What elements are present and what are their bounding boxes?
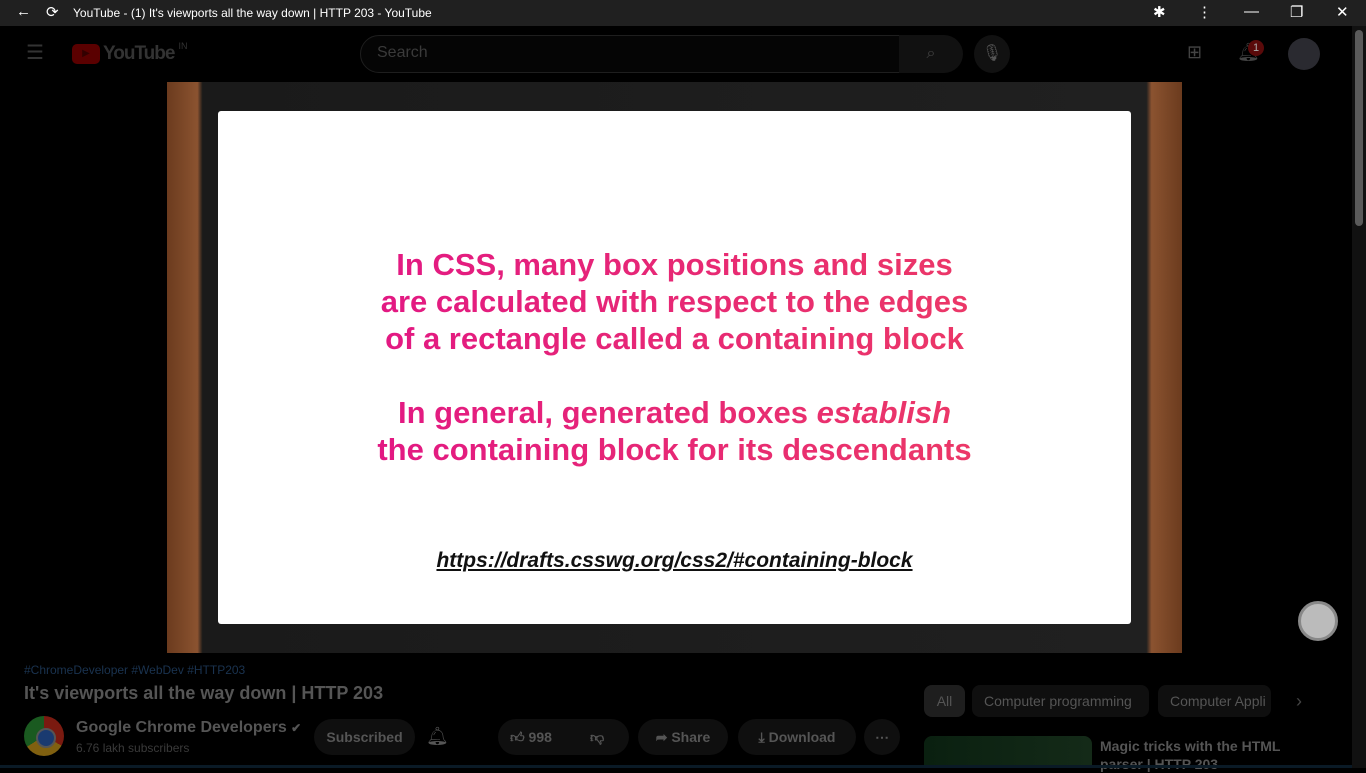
play-icon: ▶ (72, 44, 100, 64)
share-icon: ➦ (655, 729, 668, 745)
channel-avatar[interactable] (24, 716, 64, 756)
create-icon[interactable]: ⊞ (1187, 42, 1202, 63)
extensions-icon[interactable]: ✱ (1153, 3, 1166, 21)
download-button[interactable]: ⤓ Download (738, 719, 856, 755)
youtube-header: ☰ ▶ YouTube IN Search ⌕ 🎙 ⊞ 🔔︎ 1 (0, 26, 1352, 82)
download-icon: ⤓ (758, 729, 765, 745)
dislike-icon[interactable]: 👎︎ (590, 719, 604, 755)
hamburger-icon[interactable]: ☰ (26, 40, 44, 65)
like-count[interactable]: 998 (529, 729, 552, 745)
chevron-right-icon[interactable]: › (1296, 691, 1302, 712)
voice-search-button[interactable]: 🎙 (974, 35, 1010, 73)
reload-icon[interactable]: ⟳ (46, 3, 59, 21)
hashtags[interactable]: #ChromeDeveloper #WebDev #HTTP203 (24, 663, 383, 677)
notification-badge: 1 (1248, 40, 1264, 56)
window-title: YouTube - (1) It's viewports all the way… (73, 6, 432, 20)
chip-computer-programming[interactable]: Computer programming (972, 685, 1149, 717)
chip-computer-applications[interactable]: Computer Appli (1158, 685, 1271, 717)
avatar[interactable] (1288, 38, 1320, 70)
menu-icon[interactable]: ⋮ (1197, 3, 1212, 21)
browser-titlebar: ← ⟳ YouTube - (1) It's viewports all the… (0, 0, 1366, 26)
verified-icon: ✔ (291, 721, 302, 735)
scrollbar-thumb[interactable] (1355, 30, 1363, 226)
more-actions-button[interactable]: ⋯ (864, 719, 900, 755)
back-icon[interactable]: ← (16, 3, 31, 20)
search-icon: ⌕ (926, 45, 936, 62)
slide: In CSS, many box positions and sizes are… (218, 111, 1131, 624)
share-button[interactable]: ➦ Share (638, 719, 728, 755)
slide-url: https://drafts.csswg.org/css2/#containin… (436, 549, 913, 572)
video-player[interactable]: In CSS, many box positions and sizes are… (167, 82, 1182, 653)
channel-name[interactable]: Google Chrome Developers ✔ (76, 719, 301, 737)
chrome-watermark-icon (1298, 601, 1338, 641)
chip-all[interactable]: All (924, 685, 965, 717)
mic-icon: 🎙 (981, 45, 1003, 62)
search-input[interactable]: Search (360, 35, 900, 73)
minimize-icon[interactable]: — (1244, 3, 1259, 20)
subscriber-count: 6.76 lakh subscribers (76, 741, 190, 755)
scrollbar[interactable] (1352, 26, 1366, 768)
close-icon[interactable]: ✕ (1336, 3, 1349, 21)
restore-icon[interactable]: ❐ (1290, 3, 1303, 21)
search-button[interactable]: ⌕ (899, 35, 963, 73)
subscribe-button[interactable]: Subscribed (314, 719, 415, 755)
like-icon[interactable]: 👍︎ (510, 729, 525, 745)
youtube-logo[interactable]: ▶ YouTube IN (72, 41, 187, 65)
notification-bell-icon[interactable]: 🔔︎ (426, 726, 449, 747)
recommended-thumbnail[interactable] (924, 736, 1092, 768)
like-dislike-group: 👍︎ 998 👎︎ (498, 719, 629, 755)
video-title: It's viewports all the way down | HTTP 2… (24, 683, 384, 703)
